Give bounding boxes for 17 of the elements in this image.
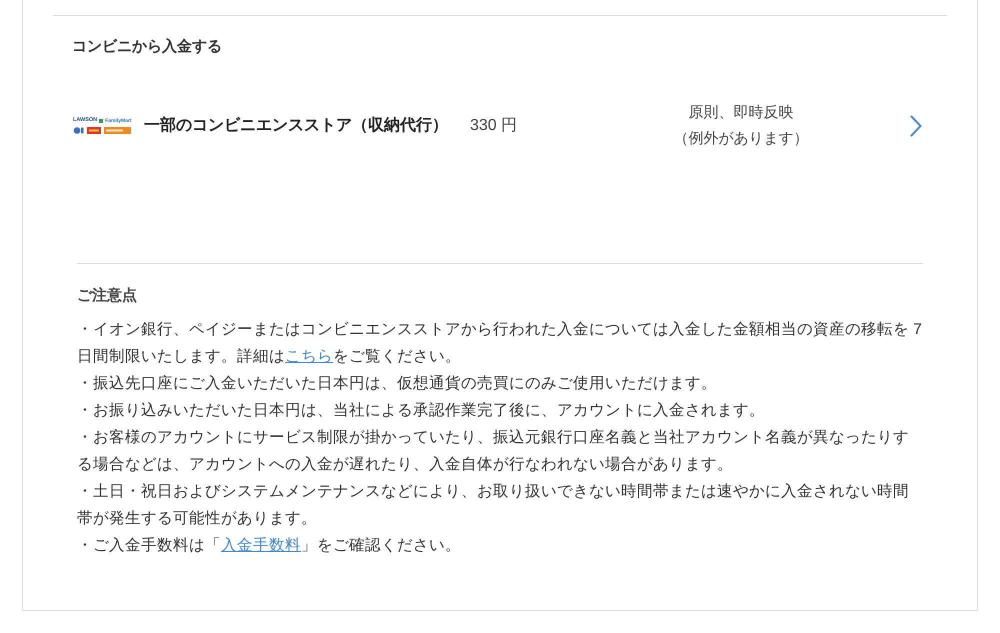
reflection-text: （例外があります） [674,129,808,149]
note-text: ・お客様のアカウントにサービス制限が掛かっていたり、振込元銀行口座名義と当社アカウント名義が異なったりする場合などは、アカウントへの入金が遅れたり、入金自体が行なわれない場合があります。 [77,428,910,475]
note-text: ・振込先口座にご入金いただいた日本円は、仮想通貨の売買にのみご使用いただけます。 [77,374,718,394]
note-text: ・土日・祝日およびシステムメンテナンスなどにより、お取り扱いできない時間帯または速やかに入金されない時間帯が発生する可能性があります。 [77,482,910,529]
chevron-right-icon[interactable] [910,115,922,137]
square-icon [99,119,104,123]
note-text: ・ご入金手数料は「入金手数料」をご確認ください。 [77,536,462,556]
method-name: 一部のコンビニエンスストア（収納代行） [144,115,448,136]
reflection-text: 原則、即時反映 [688,103,794,123]
link[interactable]: 入金手数料 [221,537,301,554]
link[interactable]: こちら [285,348,333,365]
store-badges-icon [73,126,131,134]
notes-title: ご注意点 [77,286,138,306]
fee-text: 330 円 [470,116,518,136]
note-text: ・イオン銀行、ペイジーまたはコンビニエンスストアから行われた入金については入金した金額相当の資産の移転を 7 日間制限いたします。詳細はこちら をご覧ください。 [77,320,923,367]
note-text: ・お振り込みいただいた日本円は、当社による承認作業完了後に、アカウントに入金されます。 [77,401,766,421]
section-title: コンビニから入金する [72,37,223,57]
